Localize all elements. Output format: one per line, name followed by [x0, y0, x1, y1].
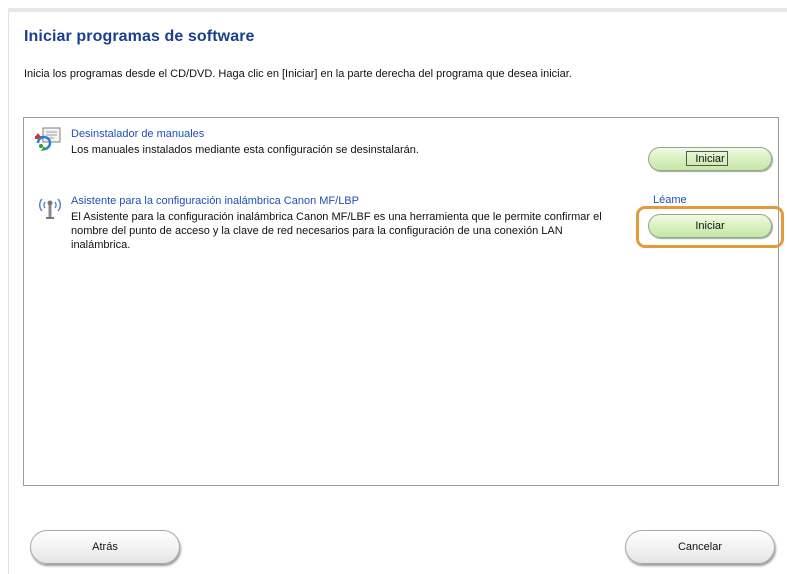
highlight-callout: [636, 206, 784, 248]
program-name-wireless-setup: Asistente para la configuración inalámbr…: [71, 195, 359, 207]
wireless-antenna-icon: [38, 198, 62, 219]
program-desc-wireless-setup: El Asistente para la configuración inalá…: [71, 211, 602, 251]
cancel-button-label: Cancelar: [677, 541, 723, 553]
program-name-manual-uninstaller: Desinstalador de manuales: [71, 128, 205, 140]
program-desc-manual-uninstaller: Los manuales instalados mediante esta co…: [71, 144, 419, 156]
back-button-label: Atrás: [92, 541, 118, 553]
readme-link[interactable]: Léame: [653, 194, 687, 206]
window-top-strip: [8, 8, 787, 12]
manual-uninstaller-icon: [35, 127, 61, 151]
back-button[interactable]: Atrás: [30, 530, 180, 564]
window-left-edge: [8, 12, 9, 574]
cancel-button[interactable]: Cancelar: [625, 530, 775, 564]
page-title: Iniciar programas de software: [24, 28, 255, 45]
instruction-text: Inicia los programas desde el CD/DVD. Ha…: [24, 68, 572, 80]
launch-button-manual-uninstaller[interactable]: Iniciar: [648, 147, 772, 171]
program-list-panel: [23, 117, 779, 486]
launch-button-label: Iniciar: [695, 153, 725, 165]
